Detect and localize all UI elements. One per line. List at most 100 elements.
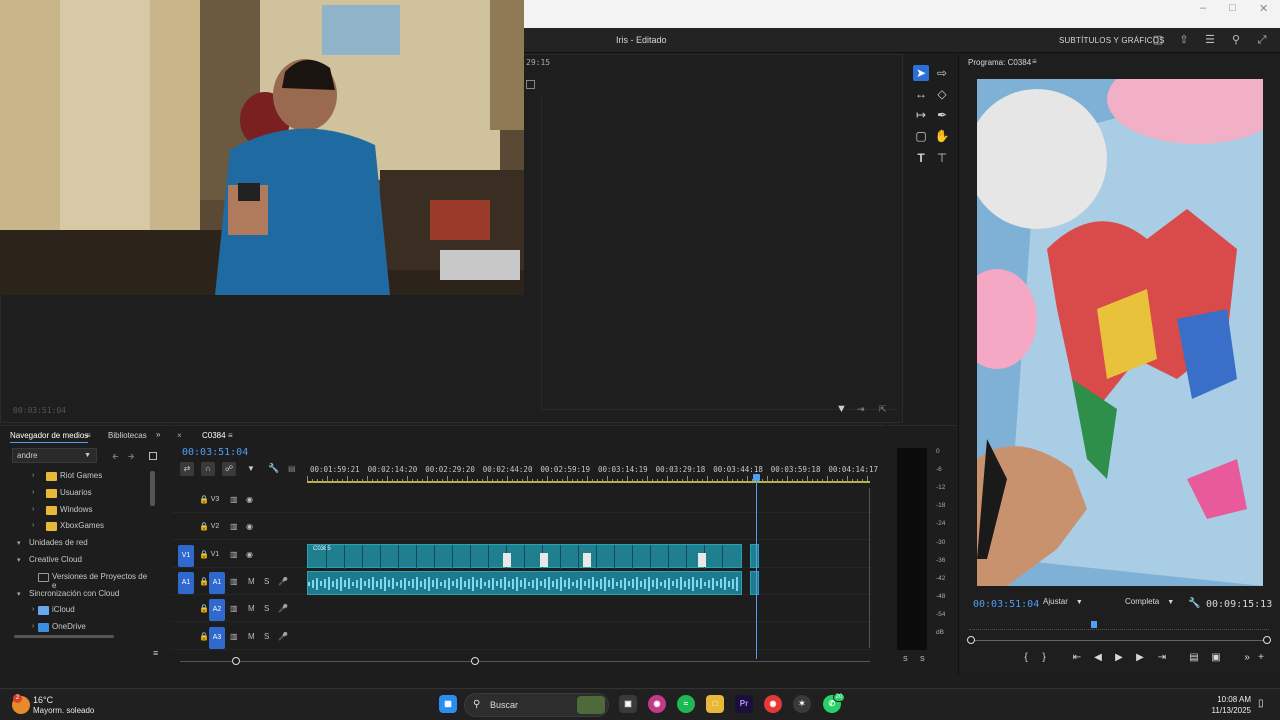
chevron-right-icon[interactable]: › [32,489,34,496]
chevron-down-icon[interactable]: ▾ [17,556,21,564]
tree-hscrollbar[interactable] [14,635,114,638]
zoom-handle-left[interactable] [967,636,975,644]
video-clip-tail[interactable] [750,543,759,568]
workspace-panel-icon[interactable]: ◫ [1151,33,1165,47]
razor-tool-icon[interactable]: ◇ [934,86,950,102]
step-forward-icon[interactable]: ▶ [1133,652,1147,664]
track-target-v3[interactable]: V3 [208,493,222,507]
insert-icon[interactable]: ⇥ [857,404,865,415]
tree-item[interactable]: › iCloud [0,603,150,619]
rectangle-tool-icon[interactable]: ▢ [913,128,929,144]
view-toggle-icon[interactable] [149,452,157,460]
vertical-type-tool-icon[interactable]: ⊤ [934,150,950,166]
chevron-right-icon[interactable]: › [32,606,34,613]
tree-item[interactable]: › OneDrive [0,620,150,636]
taskbar-clock[interactable]: 10:08 AM 11/13/2025 [1209,694,1251,716]
slip-tool-icon[interactable]: ↦ [913,107,929,123]
workspace-label[interactable]: SUBTÍTULOS Y GRÁFICOS [1059,36,1165,45]
sync-icon[interactable]: ▥ [230,604,238,613]
track-select-tool-icon[interactable]: ⇨ [934,65,950,81]
eye-icon[interactable]: ◉ [246,550,253,559]
audio-clip-tail[interactable] [750,570,759,595]
wrench-icon[interactable]: 🔧 [1188,598,1200,609]
chevron-down-icon[interactable]: ▾ [17,539,21,547]
fit-select[interactable]: Ajustar ▼ [1043,597,1083,611]
lock-icon[interactable]: 🔒 [199,577,209,586]
back-arrow-icon[interactable]: 🡰 [112,451,118,465]
hscroll-handle-right[interactable] [471,657,479,665]
spotify-icon[interactable]: ≈ [677,695,695,713]
share-icon[interactable]: ⇧ [1177,33,1191,47]
more-controls-icon[interactable]: » [1240,652,1254,664]
solo-button[interactable]: S [264,577,269,586]
pen-tool-icon[interactable]: ✒ [934,107,950,123]
source-patch-a1[interactable]: A1 [178,571,194,594]
premiere-pro-icon[interactable]: Pr [735,695,753,713]
mute-button[interactable]: M [248,577,255,586]
panel-menu-icon[interactable]: ≡ [1032,57,1037,66]
source-patch-v1[interactable]: V1 [178,544,194,567]
solo-button[interactable]: S [264,604,269,613]
linked-selection-icon[interactable]: ☍ [222,462,236,476]
hand-tool-icon[interactable]: ✋ [934,128,950,144]
tree-scrollbar[interactable] [150,471,155,506]
lock-icon[interactable]: 🔒 [199,604,209,613]
zoom-handle-right[interactable] [1263,636,1271,644]
tree-item[interactable]: › Usuarios [0,486,150,502]
close-tab-icon[interactable]: × [177,431,182,440]
tree-item[interactable]: › XboxGames [0,519,150,535]
chatgpt-icon[interactable]: ✶ [793,695,811,713]
lift-icon[interactable]: ▤ [1187,652,1201,664]
sync-icon[interactable]: ▥ [230,522,238,531]
add-button-icon[interactable]: + [1254,652,1268,664]
tab-menu-icon[interactable]: ≡ [86,431,91,440]
instagram-icon[interactable]: ◉ [648,695,666,713]
selection-tool-icon[interactable]: ➤ [913,65,929,81]
quality-select[interactable]: Completa ▼ [1125,597,1174,611]
mute-button[interactable]: M [248,632,255,641]
tab-sequence[interactable]: C0384 [202,431,226,440]
mute-button[interactable]: M [248,604,255,613]
track-target-v1[interactable]: V1 [208,548,222,562]
taskbar-search[interactable]: ⚲ Buscar [464,693,609,717]
wrench-icon[interactable]: 🔧 [268,463,279,474]
close-icon[interactable]: ✕ [1259,2,1268,15]
track-target-a3[interactable]: A3 [209,626,225,649]
path-dropdown[interactable]: andre ▼ [12,448,97,463]
mark-in-icon[interactable]: { [1019,652,1033,664]
timeline-ruler[interactable] [307,476,870,483]
type-tool-icon[interactable]: T [913,150,929,166]
microphone-icon[interactable]: 🎤 [278,604,288,613]
microphone-icon[interactable]: 🎤 [278,632,288,641]
lock-icon[interactable]: 🔒 [199,495,209,504]
list-settings-icon[interactable]: ≡ [153,648,158,658]
notifications-icon[interactable]: ▯ [1258,698,1264,709]
audio-clip[interactable] [307,570,742,595]
step-back-icon[interactable]: ◀ [1091,652,1105,664]
solo-left-button[interactable]: S [903,656,908,663]
program-zoom-bar[interactable] [967,636,1271,644]
go-to-out-icon[interactable]: ⇥ [1155,652,1169,664]
export-frame-icon[interactable]: ▣ [1209,652,1223,664]
captions-icon[interactable]: ▤ [288,464,296,473]
tree-item[interactable]: ▾ Creative Cloud [0,553,150,569]
tree-item[interactable]: ▾ Sincronización con Cloud [0,587,150,603]
sync-icon[interactable]: ▥ [230,550,238,559]
chevron-right-icon[interactable]: › [32,506,34,513]
file-explorer-icon[interactable]: □ [706,695,724,713]
lock-icon[interactable]: 🔒 [199,632,209,641]
timeline-playhead[interactable] [753,474,760,659]
panel-layout-icon[interactable] [526,80,535,89]
export-frame-icon[interactable]: ⇱ [879,404,887,415]
chevron-right-icon[interactable]: › [32,623,34,630]
minimize-icon[interactable]: – [1200,2,1206,14]
chevron-right-icon[interactable]: › [32,472,34,479]
ripple-edit-tool-icon[interactable]: ↔ [913,86,929,102]
track-target-a1[interactable]: A1 [209,571,225,594]
solo-right-button[interactable]: S [920,656,925,663]
chrome-icon[interactable]: ◉ [764,695,782,713]
sync-icon[interactable]: ▥ [230,632,238,641]
settings-icon[interactable]: ☰ [1203,33,1217,47]
mark-out-icon[interactable]: } [1037,652,1051,664]
tab-media-browser[interactable]: Navegador de medios [10,431,89,443]
